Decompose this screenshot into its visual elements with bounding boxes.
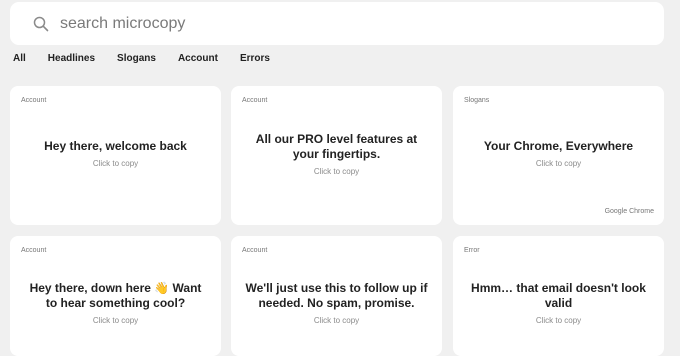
microcopy-card[interactable]: Account Hey there, down here 👋 Want to h… xyxy=(10,236,221,356)
search-input[interactable] xyxy=(58,13,622,34)
microcopy-card[interactable]: Error Hmm… that email doesn't look valid… xyxy=(453,236,664,356)
tab-errors[interactable]: Errors xyxy=(240,53,270,64)
click-to-copy-label: Click to copy xyxy=(313,316,360,325)
click-to-copy-label: Click to copy xyxy=(313,167,360,176)
click-to-copy-label: Click to copy xyxy=(535,159,582,168)
microcopy-card[interactable]: Account We'll just use this to follow up… xyxy=(231,236,442,356)
card-source: Google Chrome xyxy=(604,208,654,215)
tab-headlines[interactable]: Headlines xyxy=(48,53,95,64)
card-text: Hey there, down here 👋 Want to hear some… xyxy=(29,281,202,310)
card-text: Hey there, welcome back xyxy=(44,139,187,153)
card-category: Account xyxy=(242,97,268,104)
card-text: Hmm… that email doesn't look valid xyxy=(471,281,646,310)
card-text: All our PRO level features at your finge… xyxy=(255,132,418,161)
tab-all[interactable]: All xyxy=(13,53,26,64)
microcopy-card[interactable]: Account All our PRO level features at yo… xyxy=(231,86,442,225)
microcopy-card[interactable]: Account Hey there, welcome back Click to… xyxy=(10,86,221,225)
click-to-copy-label: Click to copy xyxy=(535,316,582,325)
card-category: Error xyxy=(464,247,480,254)
card-category: Account xyxy=(242,247,268,254)
card-category: Account xyxy=(21,247,47,254)
card-text: Your Chrome, Everywhere xyxy=(483,139,634,153)
card-category: Slogans xyxy=(464,97,490,104)
filter-tabs: All Headlines Slogans Account Errors xyxy=(13,53,292,64)
microcopy-card[interactable]: Slogans Your Chrome, Everywhere Click to… xyxy=(453,86,664,225)
tab-slogans[interactable]: Slogans xyxy=(117,53,156,64)
tab-account[interactable]: Account xyxy=(178,53,218,64)
click-to-copy-label: Click to copy xyxy=(92,159,139,168)
search-bar[interactable] xyxy=(10,2,664,45)
search-icon xyxy=(32,15,50,33)
card-text: We'll just use this to follow up if need… xyxy=(245,281,428,310)
card-category: Account xyxy=(21,97,47,104)
click-to-copy-label: Click to copy xyxy=(92,316,139,325)
